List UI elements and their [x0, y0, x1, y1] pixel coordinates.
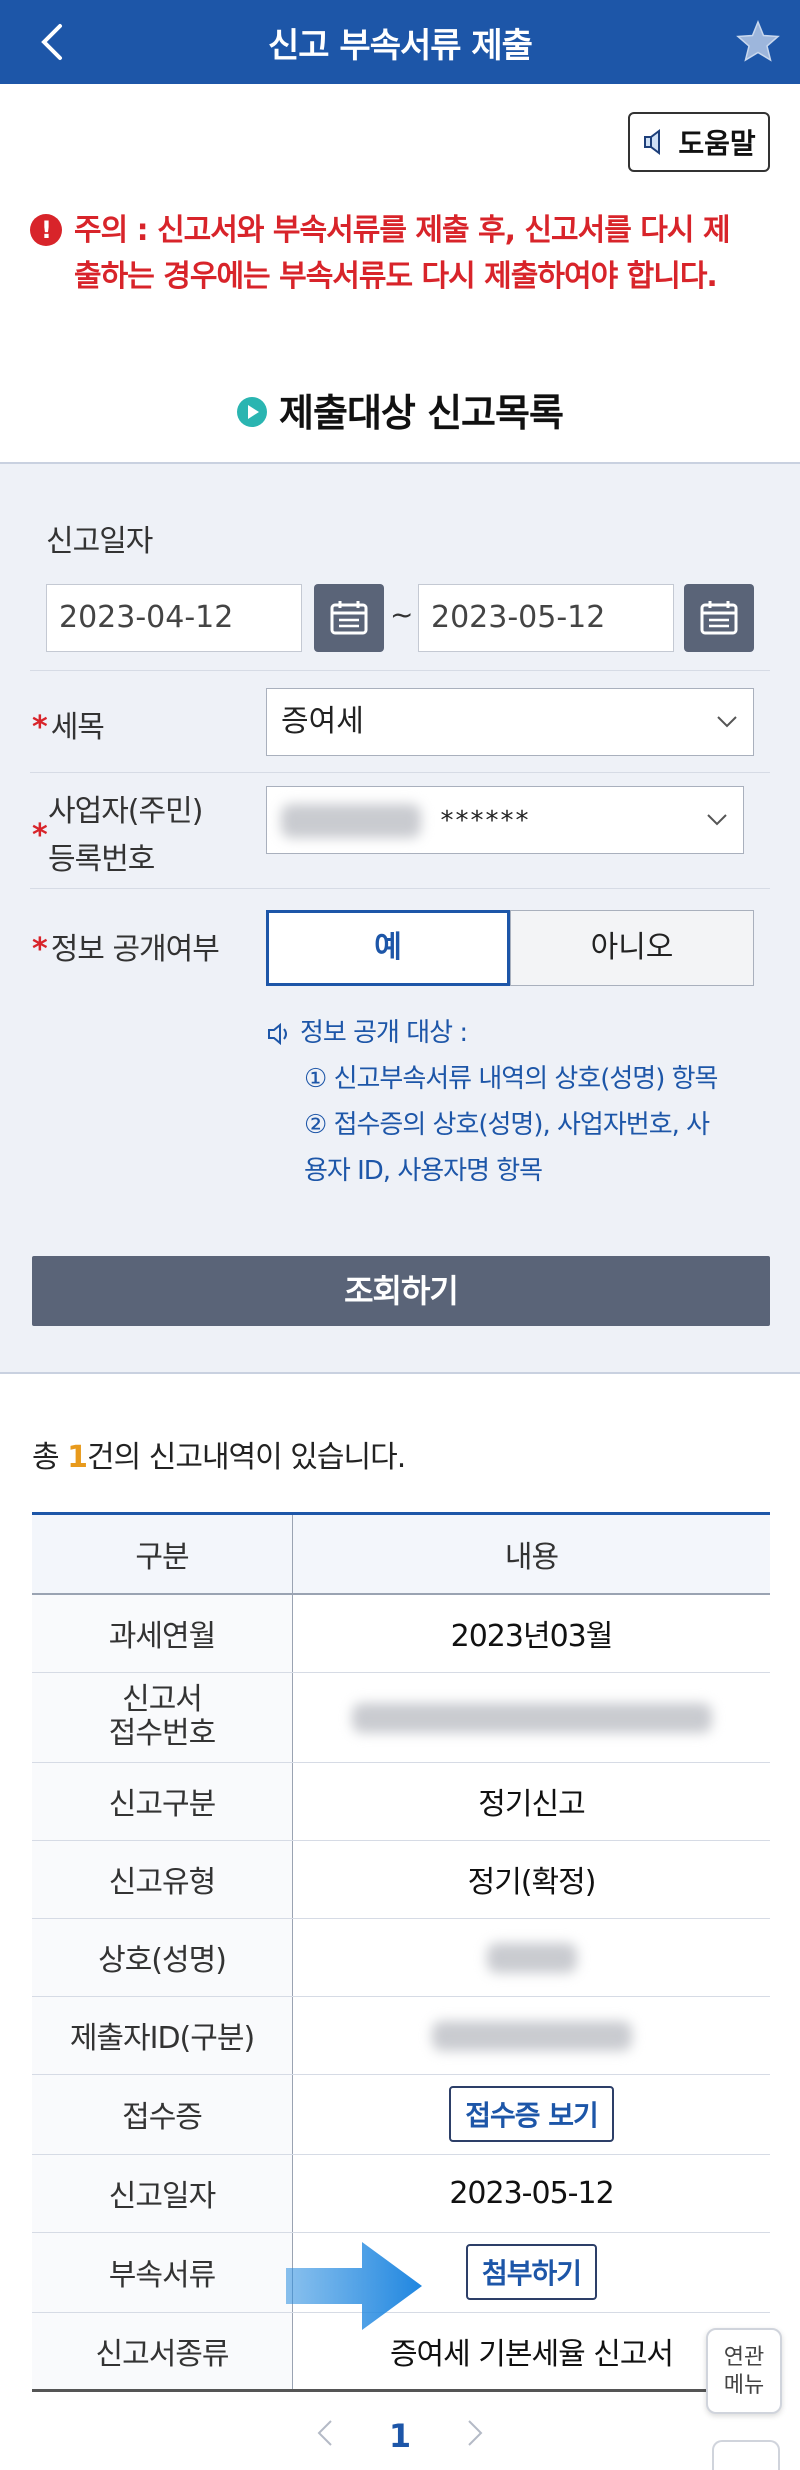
chevron-down-icon	[717, 716, 737, 728]
table-row: 신고유형 정기(확정)	[32, 1840, 770, 1919]
row-value	[292, 1996, 770, 2075]
masked-receipt-number	[351, 1703, 712, 1733]
arrow-right-icon	[286, 2242, 422, 2330]
row-label: 신고일자	[32, 2154, 293, 2233]
prev-page-button[interactable]	[317, 2417, 333, 2455]
section-title-text: 제출대상 신고목록	[279, 391, 564, 435]
attach-button[interactable]: 첨부하기	[465, 2244, 598, 2300]
star-icon	[736, 20, 780, 62]
row-value: 정기(확정)	[292, 1840, 770, 1919]
calendar-icon	[700, 601, 738, 635]
chevron-left-icon	[317, 2420, 332, 2446]
row-label: 신고서 접수번호	[32, 1672, 293, 1763]
disclosure-info-item2a: ② 접수증의 상호(성명), 사업자번호, 사	[304, 1110, 710, 1140]
row-value: 2023년03월	[292, 1594, 770, 1673]
tax-item-select[interactable]: 증여세	[266, 688, 754, 756]
warning-text-line1: 주의 : 신고서와 부속서류를 제출 후, 신고서를 다시 제	[74, 213, 731, 248]
column-header-category: 구분	[32, 1512, 293, 1595]
back-button[interactable]	[32, 22, 72, 62]
date-from-input[interactable]: 2023-04-12	[46, 584, 302, 652]
disclosure-yes-button[interactable]: 예	[266, 910, 510, 986]
result-count: 총 1건의 신고내역이 있습니다.	[32, 1440, 406, 1475]
table-row: 접수증 접수증 보기	[32, 2074, 770, 2155]
page-number[interactable]: 1	[389, 2417, 411, 2455]
masked-submitter-id	[431, 2021, 632, 2051]
reg-no-value: ******	[440, 806, 531, 836]
help-button[interactable]: 도움말	[628, 112, 770, 172]
related-menu-label-1: 연관	[723, 2345, 765, 2370]
speaker-icon	[644, 129, 661, 155]
form-divider	[30, 888, 770, 889]
play-icon	[237, 396, 268, 427]
alert-icon: !	[30, 214, 62, 246]
calendar-icon	[330, 601, 368, 635]
masked-reg-no	[281, 803, 421, 838]
chevron-down-icon	[707, 814, 727, 826]
table-row: 신고일자 2023-05-12	[32, 2154, 770, 2233]
speaker-icon	[268, 1022, 287, 1045]
scroll-top-button[interactable]	[712, 2440, 780, 2470]
tax-item-value: 증여세	[281, 704, 364, 739]
date-label: 신고일자	[46, 524, 153, 559]
section-title: 제출대상 신고목록	[0, 382, 800, 437]
disclosure-label: * 정보 공개여부	[32, 932, 220, 967]
view-receipt-button[interactable]: 접수증 보기	[449, 2086, 614, 2142]
form-divider	[30, 670, 770, 671]
row-value: 접수증 보기	[292, 2074, 770, 2155]
row-label: 신고유형	[32, 1840, 293, 1919]
table-row: 상호(성명)	[32, 1918, 770, 1997]
row-label: 부속서류	[32, 2232, 293, 2313]
row-label: 상호(성명)	[32, 1918, 293, 1997]
row-value	[292, 1918, 770, 1997]
disclosure-info-title: 정보 공개 대상 :	[266, 1010, 766, 1056]
disclosure-info: 정보 공개 대상 : ① 신고부속서류 내역의 상호(성명) 항목 ② 접수증의…	[266, 1010, 766, 1194]
warning-text-line2: 출하는 경우에는 부속서류도 다시 제출하여야 합니다.	[74, 259, 718, 294]
related-menu-label-2: 메뉴	[723, 2373, 765, 2398]
date-to-calendar-button[interactable]	[684, 584, 754, 652]
favorite-button[interactable]	[734, 18, 782, 66]
back-icon	[41, 24, 62, 60]
table-row: 과세연월 2023년03월	[32, 1594, 770, 1673]
date-separator: ~	[390, 598, 414, 631]
row-value	[292, 1672, 770, 1763]
column-header-content: 내용	[292, 1512, 770, 1595]
table-row: 신고구분 정기신고	[32, 1762, 770, 1841]
disclosure-info-item1: ① 신고부속서류 내역의 상호(성명) 항목	[304, 1064, 718, 1094]
reg-no-label: * 사업자(주민) 등록번호	[32, 794, 203, 877]
reg-no-select[interactable]: ******	[266, 786, 744, 854]
date-from-calendar-button[interactable]	[314, 584, 384, 652]
table-row: 신고서 접수번호	[32, 1672, 770, 1763]
date-to-input[interactable]: 2023-05-12	[418, 584, 674, 652]
page-title: 신고 부속서류 제출	[268, 25, 533, 66]
masked-company-name	[486, 1943, 577, 1973]
row-value: 정기신고	[292, 1762, 770, 1841]
search-button[interactable]: 조회하기	[32, 1256, 770, 1326]
related-menu-button[interactable]: 연관 메뉴	[706, 2328, 782, 2414]
disclosure-info-item2b: 용자 ID, 사용자명 항목	[304, 1156, 543, 1186]
form-divider	[30, 772, 770, 773]
next-page-button[interactable]	[467, 2417, 483, 2455]
row-label: 제출자ID(구분)	[32, 1996, 293, 2075]
row-label: 신고구분	[32, 1762, 293, 1841]
disclosure-no-button[interactable]: 아니오	[510, 910, 754, 986]
tax-item-label: * 세목	[32, 710, 105, 745]
row-label: 접수증	[32, 2074, 293, 2155]
chevron-right-icon	[468, 2420, 483, 2446]
app-header: 신고 부속서류 제출	[0, 0, 800, 84]
pagination: 1	[300, 2408, 500, 2464]
row-value: 2023-05-12	[292, 2154, 770, 2233]
row-label: 과세연월	[32, 1594, 293, 1673]
table-row: 제출자ID(구분)	[32, 1996, 770, 2075]
row-label: 신고서종류	[32, 2312, 293, 2392]
help-button-label: 도움말	[678, 127, 756, 160]
